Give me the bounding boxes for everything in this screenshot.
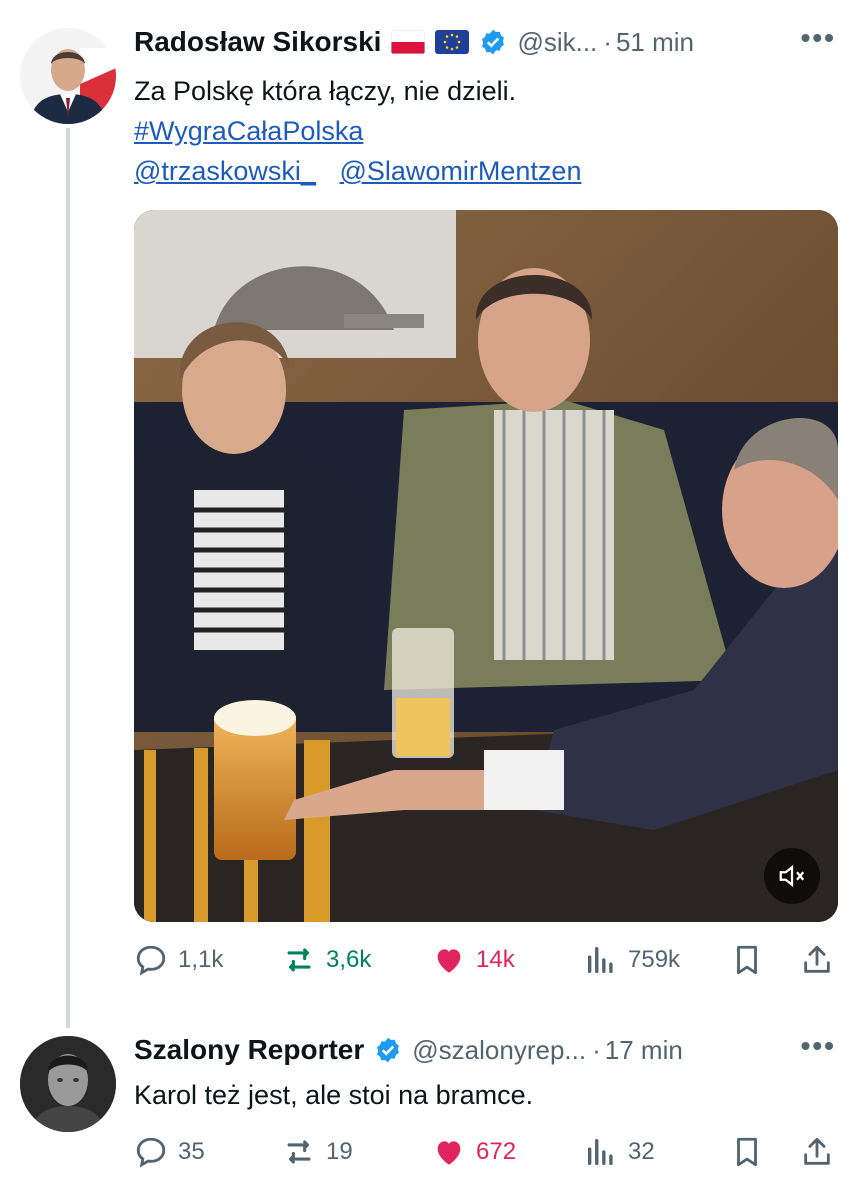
reply-icon [136,945,166,976]
retweet-icon [287,948,311,972]
more-options-icon[interactable]: ••• [801,22,836,54]
verified-badge-icon [479,28,507,56]
author-handle[interactable]: @szalonyrep... [412,1035,586,1066]
hashtag-link[interactable]: #WygraCałaPolska [134,112,363,150]
bookmark-icon [737,1137,757,1167]
heart-icon [437,949,461,973]
reply-button[interactable]: 35 [134,1130,205,1174]
thread-line [66,128,70,1028]
share-icon [804,1137,830,1165]
author-handle[interactable]: @sik... [517,27,597,58]
share-button[interactable] [800,938,844,982]
like-count: 14k [476,946,515,973]
pl-flag-icon [391,30,426,54]
mention-link[interactable]: @trzaskowski_ [134,156,316,186]
action-bar: 35 19 672 32 [134,1130,834,1174]
like-button[interactable]: 14k [432,938,515,982]
mention-link[interactable]: @SlawomirMentzen [339,156,581,186]
share-icon [804,945,830,973]
tweet-header: Radosław Sikorski @sik... · 51 min [134,22,694,62]
author-name[interactable]: Szalony Reporter [134,1034,364,1066]
heart-icon [437,1141,461,1165]
tweet[interactable]: Radosław Sikorski @sik... · 51 min ••• Z… [0,0,860,1028]
analytics-icon [587,1138,613,1166]
retweet-count: 19 [326,1138,353,1165]
mentions: @trzaskowski_ @SlawomirMentzen [134,152,581,190]
bookmark-icon [737,945,757,975]
tweet-header: Szalony Reporter @szalonyrep... · 17 min [134,1030,683,1070]
like-count: 672 [476,1138,517,1165]
reply-tweet[interactable]: Szalony Reporter @szalonyrep... · 17 min… [0,1010,860,1200]
share-button[interactable] [800,1130,844,1174]
tweet-text: Karol też jest, ale stoi na bramce. [134,1080,534,1110]
retweet-button[interactable]: 3,6k [282,938,371,982]
eu-flag-icon [435,30,470,54]
views-button[interactable]: 32 [584,1130,655,1174]
like-button[interactable]: 672 [432,1130,516,1174]
more-options-icon[interactable]: ••• [801,1030,836,1062]
timestamp[interactable]: 17 min [605,1035,683,1066]
bookmark-button[interactable] [730,1130,774,1174]
reply-count: 1,1k [178,946,224,973]
retweet-button[interactable]: 19 [282,1130,353,1174]
retweet-count: 3,6k [326,946,372,973]
tweet-video[interactable] [134,210,838,922]
separator: · [592,1034,601,1065]
reply-button[interactable]: 1,1k [134,938,223,982]
reply-count: 35 [178,1138,205,1165]
separator: · [603,26,612,57]
avatar[interactable] [20,1036,116,1132]
reply-icon [136,1137,166,1168]
avatar[interactable] [20,28,116,124]
verified-badge-icon [374,1036,402,1064]
views-count: 759k [628,946,681,973]
mute-icon[interactable] [764,848,820,904]
retweet-icon [287,1140,311,1164]
timestamp[interactable]: 51 min [616,27,694,58]
analytics-icon [587,946,613,974]
views-button[interactable]: 759k [584,938,680,982]
action-bar: 1,1k 3,6k 14k 759k [134,938,834,982]
author-name[interactable]: Radosław Sikorski [134,26,381,58]
views-count: 32 [628,1138,655,1165]
tweet-text: Za Polskę która łączy, nie dzieli. [134,76,517,106]
bookmark-button[interactable] [730,938,774,982]
